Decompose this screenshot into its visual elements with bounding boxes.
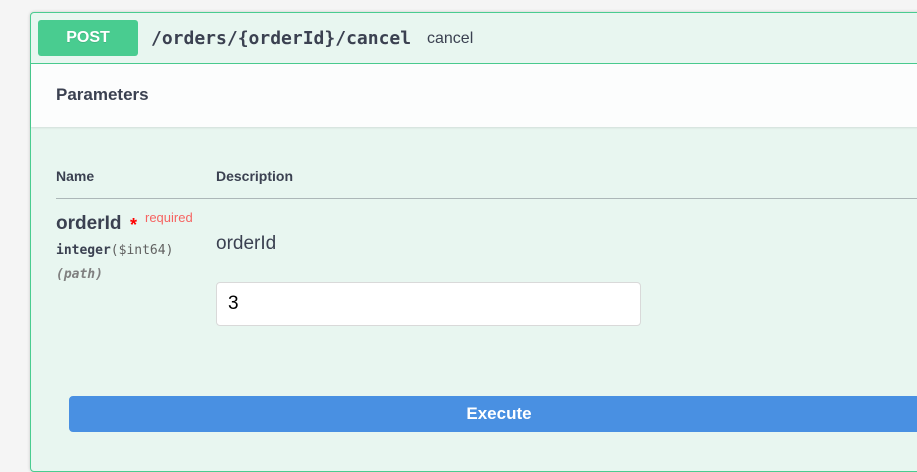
header-divider xyxy=(56,198,917,199)
http-method-badge: POST xyxy=(38,20,138,56)
required-asterisk: * xyxy=(130,215,138,235)
column-header-description: Description xyxy=(216,168,294,184)
execute-button[interactable]: Execute xyxy=(69,396,917,432)
operation-summary[interactable]: POST /orders/{orderId}/cancel cancel xyxy=(31,13,917,64)
operation-block-post-cancel: POST /orders/{orderId}/cancel cancel Par… xyxy=(30,12,917,472)
orderid-input[interactable] xyxy=(216,282,641,326)
parameter-type-name: integer xyxy=(56,243,111,258)
parameter-name: orderId xyxy=(56,213,122,234)
column-header-name: Name xyxy=(56,168,95,184)
parameter-type: integer($int64) xyxy=(56,242,173,260)
required-label: required xyxy=(145,210,193,225)
parameters-title: Parameters xyxy=(56,85,149,104)
parameters-section-header: Parameters xyxy=(31,64,917,127)
parameter-format: ($int64) xyxy=(110,243,174,258)
parameter-description: orderId xyxy=(216,233,277,254)
operation-summary-text: cancel xyxy=(427,30,474,47)
parameter-location: (path) xyxy=(56,267,103,282)
operation-path: /orders/{orderId}/cancel xyxy=(151,28,412,49)
